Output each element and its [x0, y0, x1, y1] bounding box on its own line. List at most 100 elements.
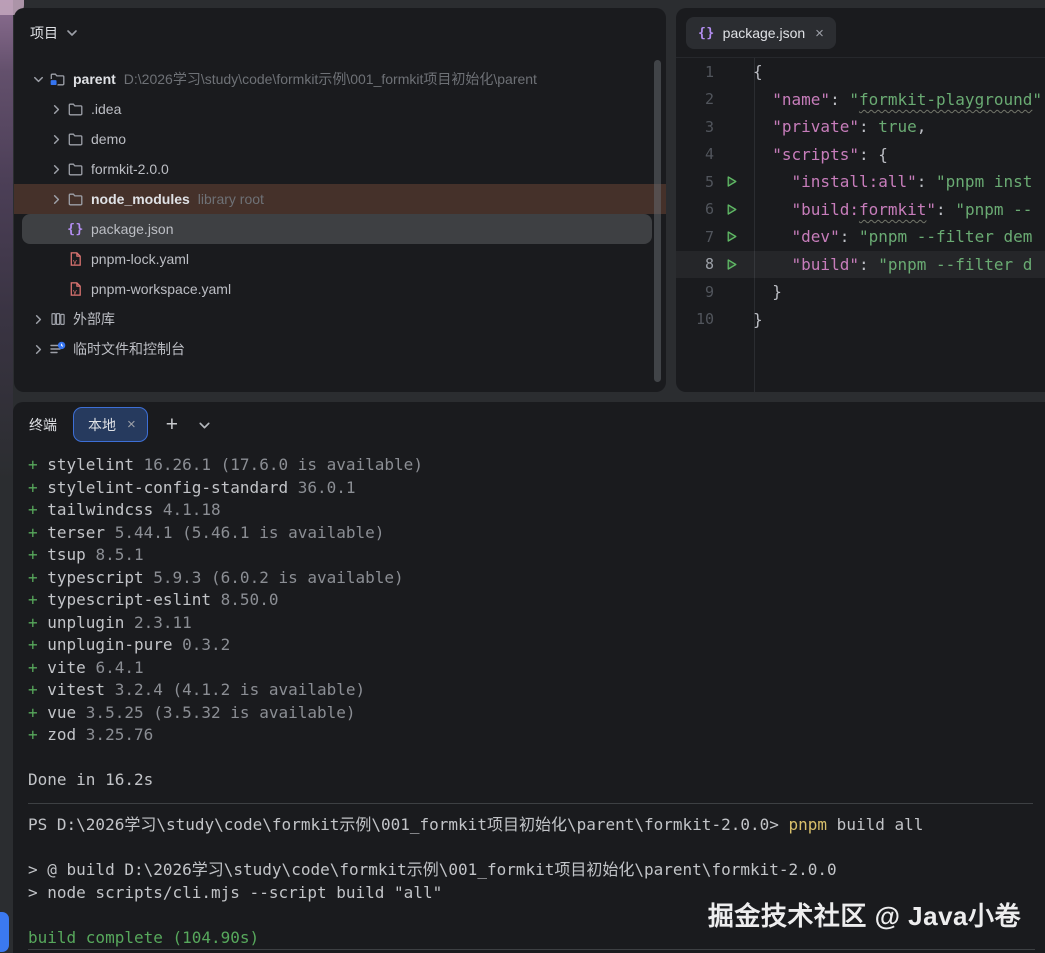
terminal-divider — [28, 792, 1045, 815]
terminal-line: Done in 16.2s — [28, 769, 1045, 792]
new-terminal-icon[interactable]: + — [164, 414, 180, 435]
json-icon: {} — [66, 221, 85, 238]
editor-line: 6 "build:formkit": "pnpm -- — [676, 196, 1045, 224]
json-icon: {} — [698, 27, 715, 40]
ide-window: 项目 parent D:\2026学习\study\code\formkit示例… — [0, 0, 1045, 953]
terminal-tab-local[interactable]: 本地 × — [73, 407, 148, 442]
chevron-icon — [48, 281, 64, 297]
tree-row[interactable]: y pnpm-lock.yaml — [14, 244, 666, 274]
editor-tab-bar: {} package.json × — [676, 8, 1045, 58]
editor-line: 8 "build": "pnpm --filter d — [676, 251, 1045, 279]
tree-item-label: demo — [91, 131, 126, 147]
terminal-header: 终端 本地 × + — [13, 402, 1045, 447]
tree-row[interactable]: formkit-2.0.0 — [14, 154, 666, 184]
tree-row[interactable]: node_modules library root — [14, 184, 666, 214]
chevron-down-icon[interactable] — [30, 71, 46, 87]
terminal-line: + tsup 8.5.1 — [28, 544, 1045, 567]
scratch-icon — [48, 341, 67, 358]
terminal-line: + typescript-eslint 8.50.0 — [28, 589, 1045, 612]
code-text[interactable]: "name": "formkit-playground", — [744, 90, 1045, 109]
tree-row[interactable]: demo — [14, 124, 666, 154]
tree-row[interactable]: 外部库 — [14, 304, 666, 334]
line-number: 9 — [676, 283, 718, 301]
close-icon[interactable]: × — [125, 417, 138, 432]
tree-item-suffix: D:\2026学习\study\code\formkit示例\001_formk… — [124, 69, 537, 89]
close-icon[interactable]: × — [813, 26, 826, 41]
folder-icon — [66, 191, 85, 208]
scrollbar[interactable] — [654, 60, 661, 382]
chevron-icon — [48, 221, 64, 237]
yaml-icon: y — [66, 251, 85, 268]
chevron-icon — [48, 251, 64, 267]
code-text[interactable]: "install:all": "pnpm inst — [744, 172, 1032, 191]
editor-line: 7 "dev": "pnpm --filter dem — [676, 223, 1045, 251]
code-text[interactable]: "dev": "pnpm --filter dem — [744, 227, 1032, 246]
chevron-right-icon[interactable] — [30, 311, 46, 327]
terminal-line: + typescript 5.9.3 (6.0.2 is available) — [28, 567, 1045, 590]
editor-tab-package-json[interactable]: {} package.json × — [686, 17, 836, 49]
code-text[interactable]: "build": "pnpm --filter d — [744, 255, 1032, 274]
code-lines: 1 { 2 "name": "formkit-playground", 3 "p… — [676, 58, 1045, 333]
line-number: 4 — [676, 145, 718, 163]
terminal-line: + terser 5.44.1 (5.46.1 is available) — [28, 522, 1045, 545]
code-text[interactable]: "scripts": { — [744, 145, 888, 164]
editor-tab-label: package.json — [723, 25, 806, 41]
chevron-right-icon[interactable] — [30, 341, 46, 357]
tree-item-label: formkit-2.0.0 — [91, 161, 169, 177]
chevron-right-icon[interactable] — [48, 131, 64, 147]
run-icon[interactable] — [718, 257, 744, 272]
terminal-line: + tailwindcss 4.1.18 — [28, 499, 1045, 522]
terminal-line: + stylelint-config-standard 36.0.1 — [28, 477, 1045, 500]
code-text[interactable]: { — [744, 62, 763, 81]
chevron-right-icon[interactable] — [48, 101, 64, 117]
terminal-output[interactable]: + stylelint 16.26.1 (17.6.0 is available… — [13, 447, 1045, 953]
chevron-down-icon[interactable] — [64, 25, 80, 41]
stripe-button[interactable] — [0, 912, 9, 952]
tree-row[interactable]: {} package.json — [22, 214, 652, 244]
editor-line: 5 "install:all": "pnpm inst — [676, 168, 1045, 196]
editor-line: 2 "name": "formkit-playground", — [676, 86, 1045, 114]
divider — [28, 949, 1035, 950]
tree-row[interactable]: .idea — [14, 94, 666, 124]
tree-item-label: .idea — [91, 101, 121, 117]
library-icon — [48, 311, 67, 328]
code-text[interactable]: "build:formkit": "pnpm -- — [744, 200, 1032, 219]
terminal-line: + vite 6.4.1 — [28, 657, 1045, 680]
run-icon[interactable] — [718, 202, 744, 217]
terminal-line: + zod 3.25.76 — [28, 724, 1045, 747]
project-panel-header[interactable]: 项目 — [14, 8, 666, 58]
code-text[interactable]: } — [744, 310, 763, 329]
tree-item-label: pnpm-lock.yaml — [91, 251, 189, 267]
line-number: 6 — [676, 200, 718, 218]
project-panel-title: 项目 — [30, 23, 58, 43]
chevron-right-icon[interactable] — [48, 161, 64, 177]
project-tool-window: 项目 parent D:\2026学习\study\code\formkit示例… — [14, 8, 666, 392]
tree-row[interactable]: y pnpm-workspace.yaml — [14, 274, 666, 304]
terminal-title: 终端 — [29, 415, 57, 435]
code-text[interactable]: } — [744, 282, 782, 301]
folder-icon — [66, 161, 85, 178]
editor-line: 10 } — [676, 306, 1045, 334]
project-tree: parent D:\2026学习\study\code\formkit示例\00… — [14, 64, 666, 364]
tree-item-label: 外部库 — [73, 309, 115, 329]
code-text[interactable]: "private": true, — [744, 117, 926, 136]
code-area[interactable]: 1 { 2 "name": "formkit-playground", 3 "p… — [676, 58, 1045, 392]
line-number: 5 — [676, 173, 718, 191]
chevron-down-icon[interactable] — [196, 415, 213, 434]
tree-item-suffix: library root — [198, 191, 264, 207]
tree-row[interactable]: parent D:\2026学习\study\code\formkit示例\00… — [14, 64, 666, 94]
run-icon[interactable] — [718, 229, 744, 244]
terminal-line: + unplugin-pure 0.3.2 — [28, 634, 1045, 657]
editor-line: 4 "scripts": { — [676, 141, 1045, 169]
editor: {} package.json × 1 { 2 "name": "formkit… — [676, 8, 1045, 392]
terminal-tool-window: 终端 本地 × + + stylelint 16.26.1 (17.6.0 is… — [13, 402, 1045, 953]
terminal-line: + unplugin 2.3.11 — [28, 612, 1045, 635]
tree-row[interactable]: 临时文件和控制台 — [14, 334, 666, 364]
terminal-line: PS D:\2026学习\study\code\formkit示例\001_fo… — [28, 814, 1045, 837]
watermark: 掘金技术社区 @ Java小卷 — [708, 896, 1021, 933]
run-icon[interactable] — [718, 174, 744, 189]
svg-text:y: y — [73, 287, 77, 296]
line-number: 8 — [676, 255, 718, 273]
chevron-right-icon[interactable] — [48, 191, 64, 207]
terminal-line: + stylelint 16.26.1 (17.6.0 is available… — [28, 454, 1045, 477]
